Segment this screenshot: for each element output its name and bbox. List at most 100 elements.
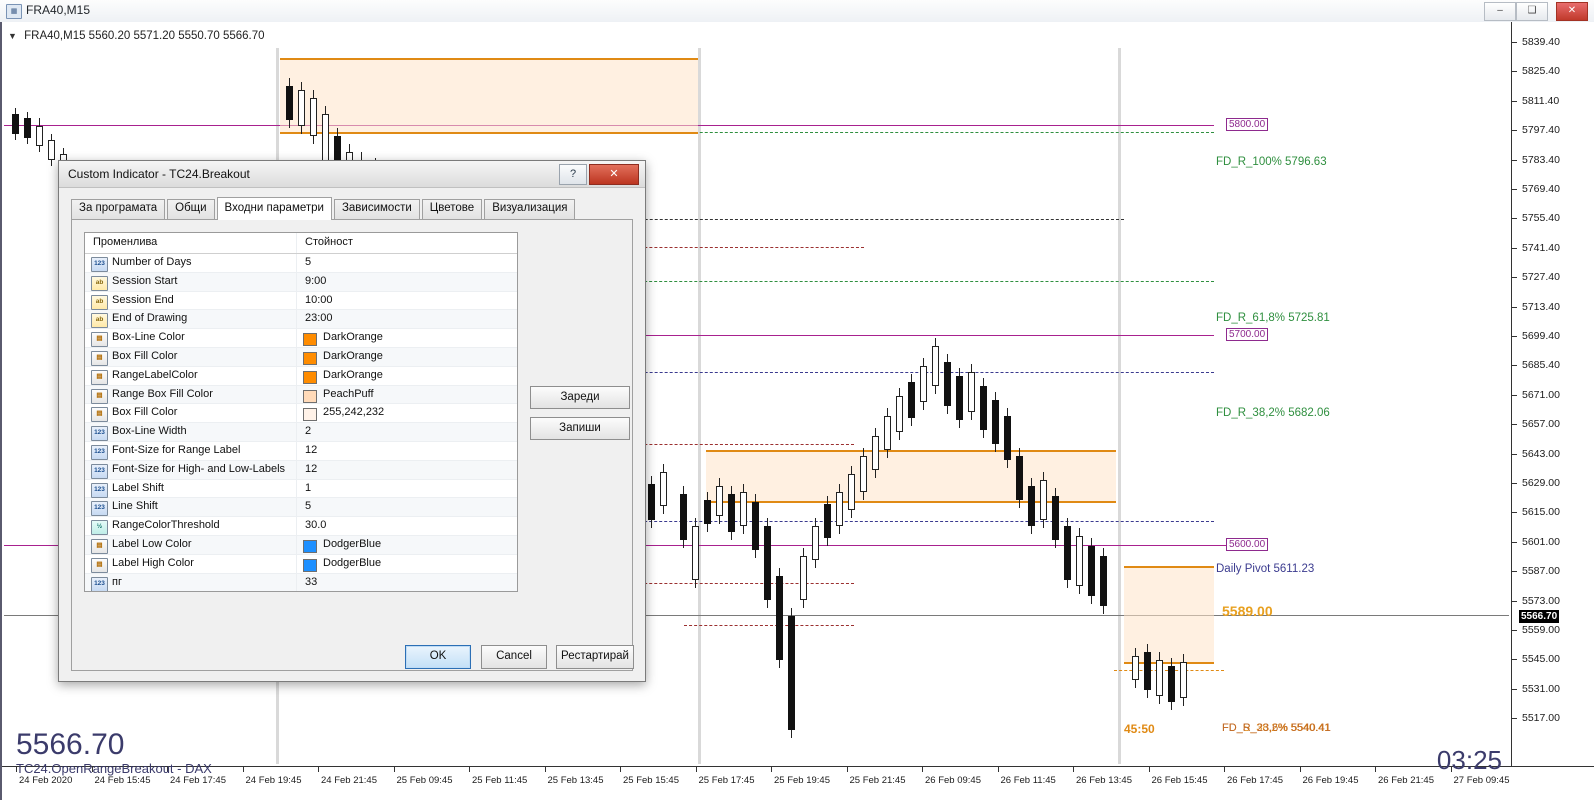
- parameter-row[interactable]: ▤ Box Fill Color DarkOrange: [85, 347, 517, 367]
- parameter-row[interactable]: ▤ RangeLabelColor DarkOrange: [85, 366, 517, 386]
- parameter-value[interactable]: 1: [305, 482, 311, 494]
- close-button[interactable]: ✕: [1556, 2, 1588, 21]
- parameter-row[interactable]: ½ RangeColorThreshold 30.0: [85, 517, 517, 536]
- candle-body: [776, 576, 783, 660]
- reset-button[interactable]: Рестартирай: [556, 645, 634, 669]
- parameter-value[interactable]: 5: [305, 256, 311, 268]
- price-tick: [1512, 42, 1517, 43]
- dialog-tabs[interactable]: За програмата Общи Входни параметри Зависим…: [71, 197, 577, 220]
- price-label: 5643.00: [1522, 447, 1560, 460]
- parameter-value[interactable]: DodgerBlue: [323, 538, 381, 550]
- tab-0[interactable]: За програмата: [71, 199, 166, 219]
- parameter-value[interactable]: 33: [305, 576, 317, 588]
- maximize-button[interactable]: ❑: [1516, 2, 1548, 21]
- parameter-row[interactable]: 123 Label Shift 1: [85, 479, 517, 499]
- color-swatch[interactable]: [303, 408, 317, 422]
- tab-4[interactable]: Цветове: [421, 199, 483, 219]
- parameter-value[interactable]: DarkOrange: [323, 331, 383, 343]
- candle-body: [648, 484, 655, 520]
- color-swatch[interactable]: [303, 558, 317, 572]
- price-label: 5713.40: [1522, 300, 1560, 313]
- color-swatch[interactable]: [303, 389, 317, 403]
- candle-body: [920, 366, 927, 402]
- price-label: 5517.00: [1522, 712, 1560, 725]
- parameter-row[interactable]: 123 пг 33: [85, 573, 517, 591]
- parameter-value[interactable]: 23:00: [305, 312, 333, 324]
- int-icon: 123: [91, 501, 108, 517]
- parameter-value[interactable]: 12: [305, 444, 317, 456]
- parameter-name: Box Fill Color: [112, 406, 178, 419]
- dialog-close-button[interactable]: ✕: [589, 164, 639, 185]
- time-axis[interactable]: 24 Feb 2020 24 Feb 15:45 24 Feb 17:45 24 Fe…: [2, 766, 1594, 801]
- time-label: 25 Feb 11:45: [472, 775, 528, 786]
- cancel-button[interactable]: Cancel: [481, 645, 547, 669]
- price-axis[interactable]: 5839.40 5825.40 5811.40 5797.40 5783.40 5769.…: [1511, 22, 1594, 766]
- save-button[interactable]: Запиши: [530, 417, 630, 440]
- time-label: 25 Feb 17:45: [698, 775, 755, 786]
- parameter-name: Box-Line Color: [112, 331, 185, 344]
- parameter-value[interactable]: 9:00: [305, 275, 326, 287]
- parameter-value[interactable]: 30.0: [305, 519, 326, 531]
- parameter-row[interactable]: ▤ Range Box Fill Color PeachPuff: [85, 385, 517, 405]
- parameter-name: RangeLabelColor: [112, 368, 198, 381]
- parameter-value[interactable]: 5: [305, 500, 311, 512]
- parameter-row[interactable]: 123 Line Shift 5: [85, 498, 517, 518]
- tab-5[interactable]: Визуализация: [484, 199, 576, 219]
- tab-1[interactable]: Общи: [167, 199, 215, 219]
- int-icon: 123: [91, 426, 108, 442]
- price-tick: [1512, 718, 1517, 720]
- parameter-row[interactable]: 123 Number of Days 5: [85, 254, 517, 273]
- color-swatch[interactable]: [303, 539, 317, 553]
- time-tick: [544, 767, 546, 772]
- parameter-row[interactable]: 123 Box-Line Width 2: [85, 423, 517, 442]
- parameter-value[interactable]: DodgerBlue: [323, 557, 381, 569]
- color-swatch[interactable]: [303, 351, 317, 365]
- time-label: 26 Feb 17:45: [1227, 775, 1283, 786]
- price-label: 5531.00: [1522, 682, 1560, 695]
- load-button[interactable]: Зареди: [530, 386, 630, 409]
- candle-body: [1040, 480, 1047, 520]
- minimize-button[interactable]: –: [1484, 2, 1516, 21]
- candle-body: [660, 472, 667, 506]
- time-tick: [1148, 767, 1150, 772]
- price-tick: [1512, 218, 1517, 220]
- price-level-box: 5800.00: [1226, 117, 1269, 131]
- candle-body: [752, 502, 759, 550]
- price-label: 5545.00: [1522, 653, 1560, 666]
- color-swatch[interactable]: [303, 333, 317, 347]
- color-swatch[interactable]: [303, 370, 317, 384]
- parameters-grid[interactable]: Променлива Стойност 123 Number of Days 5 ab Se…: [84, 232, 518, 592]
- candle-body: [1004, 416, 1011, 460]
- candle-body: [944, 362, 951, 406]
- parameter-value[interactable]: DarkOrange: [323, 369, 383, 381]
- parameter-value[interactable]: 255,242,232: [323, 406, 384, 418]
- parameter-row[interactable]: ▤ Label Low Color DodgerBlue: [85, 535, 517, 555]
- parameter-value[interactable]: DarkOrange: [323, 350, 383, 362]
- custom-indicator-dialog[interactable]: Custom Indicator - TC24.Breakout ? ✕ За …: [58, 160, 646, 682]
- parameter-row[interactable]: ▤ Box-Line Color DarkOrange: [85, 329, 517, 348]
- parameter-row[interactable]: ▤ Box Fill Color 255,242,232: [85, 404, 517, 424]
- tab-2[interactable]: Входни параметри: [216, 197, 332, 220]
- parameter-row[interactable]: ab Session End 10:00: [85, 291, 517, 311]
- parameter-value[interactable]: 12: [305, 463, 317, 475]
- candle-body: [310, 98, 317, 136]
- dialog-body: За програмата Общи Входни параметри Зависим…: [67, 191, 637, 673]
- parameter-value[interactable]: PeachPuff: [323, 388, 374, 400]
- ok-button[interactable]: OK: [405, 645, 471, 669]
- help-button[interactable]: ?: [559, 164, 587, 185]
- parameter-name: Session End: [112, 293, 174, 306]
- parameter-value[interactable]: 2: [305, 425, 311, 437]
- candle-body: [992, 400, 999, 444]
- chevron-down-icon[interactable]: ▼: [8, 31, 17, 41]
- parameter-row[interactable]: 123 Font-Size for High- and Low-Labels 12: [85, 460, 517, 480]
- parameter-row[interactable]: ▤ Label High Color DodgerBlue: [85, 554, 517, 574]
- candle-body: [884, 416, 891, 450]
- parameter-row[interactable]: 123 Font-Size for Range Label 12: [85, 441, 517, 461]
- parameter-value[interactable]: 10:00: [305, 294, 333, 306]
- parameter-row[interactable]: ab End of Drawing 23:00: [85, 310, 517, 330]
- parameter-name: RangeColorThreshold: [112, 519, 220, 532]
- candle-body: [1156, 660, 1163, 696]
- parameter-row[interactable]: ab Session Start 9:00: [85, 272, 517, 292]
- tab-3[interactable]: Зависимости: [333, 199, 420, 219]
- chart-window-icon: ▦: [6, 4, 22, 19]
